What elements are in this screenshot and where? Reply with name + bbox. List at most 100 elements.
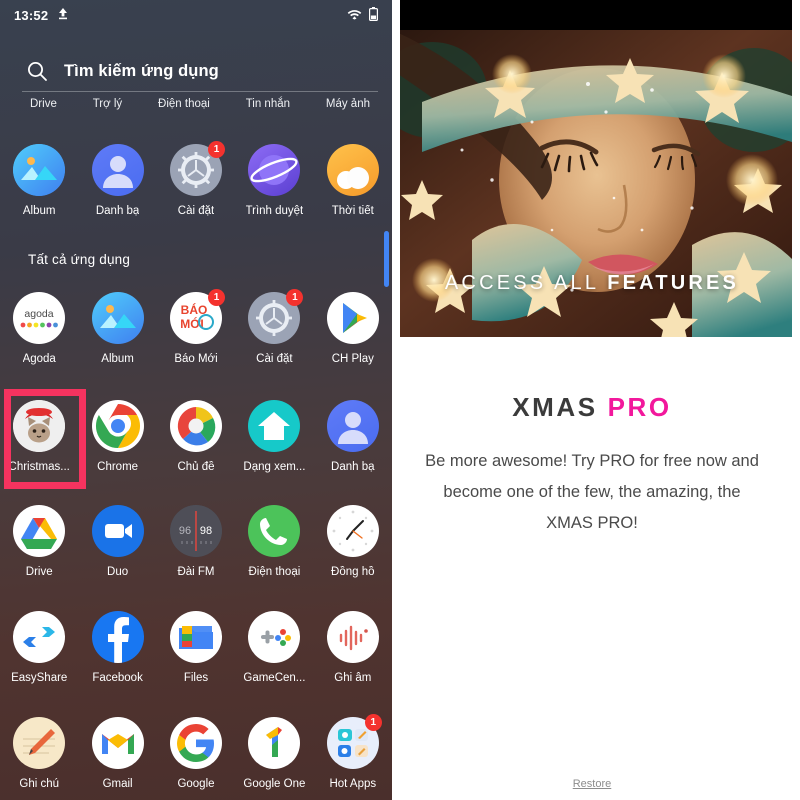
brand-title: XMAS PRO	[392, 392, 792, 423]
wifi-icon	[347, 8, 362, 23]
svg-text:agoda: agoda	[25, 308, 54, 320]
app-label: Điện thoại	[248, 566, 301, 578]
app-label: Google	[177, 778, 215, 790]
app-label: Christmas...	[8, 461, 70, 473]
notes-icon	[13, 717, 66, 769]
easyshare-icon	[13, 611, 66, 663]
app-facebook[interactable]: Facebook	[78, 611, 156, 684]
app-duo[interactable]: Duo	[78, 505, 156, 578]
app-label: Hot Apps	[329, 778, 377, 790]
app-themes[interactable]: Chủ đề	[157, 400, 235, 473]
app-dang-xem[interactable]: Dạng xem...	[235, 400, 313, 473]
app-chrome[interactable]: Chrome	[78, 400, 156, 473]
home-view-icon	[248, 400, 301, 452]
app-voice-recorder[interactable]: Ghi âm	[314, 611, 392, 684]
voice-recorder-icon	[326, 611, 379, 663]
gmail-icon	[91, 717, 144, 769]
notification-badge: 1	[286, 289, 304, 306]
app-label: Cài đặt	[177, 205, 215, 217]
app-settings[interactable]: 1 Cài đặt	[235, 289, 313, 365]
app-browser-fav[interactable]: Trình duyệt	[235, 144, 313, 217]
app-christmas[interactable]: Christmas...	[0, 400, 78, 473]
upload-icon	[57, 7, 69, 23]
brand-xmas: XMAS	[512, 392, 598, 422]
all-apps-row-1: agoda Agoda Album BÁO MỚI 1 Báo Mới 1 Cà…	[0, 289, 392, 365]
suggestion-assistant[interactable]: Trợ lý	[93, 98, 122, 110]
app-label: EasyShare	[11, 672, 68, 684]
app-label: Danh bạ	[95, 205, 140, 217]
suggestion-messages[interactable]: Tin nhắn	[246, 98, 290, 110]
contacts-icon	[326, 400, 379, 452]
app-contacts[interactable]: Danh bạ	[314, 400, 392, 473]
app-files[interactable]: Files	[157, 611, 235, 684]
app-google-one[interactable]: Google One	[235, 717, 313, 790]
app-baomoi[interactable]: BÁO MỚI 1 Báo Mới	[157, 289, 235, 365]
panel-divider	[392, 0, 400, 800]
files-icon	[169, 611, 222, 663]
app-label: Gmail	[102, 778, 133, 790]
app-drive[interactable]: Drive	[0, 505, 78, 578]
search-input[interactable]: Tìm kiếm ứng dụng	[64, 62, 219, 81]
app-notes[interactable]: Ghi chú	[0, 717, 78, 790]
status-bar: 13:52	[0, 0, 392, 30]
app-label: Chủ đề	[177, 461, 215, 473]
svg-text:98: 98	[200, 525, 212, 537]
search-bar[interactable]: Tìm kiếm ứng dụng	[0, 60, 392, 82]
app-label: Báo Mới	[174, 353, 218, 365]
suggestion-camera[interactable]: Máy ảnh	[326, 98, 370, 110]
suggestion-phone[interactable]: Điện thoại	[158, 98, 210, 110]
svg-text:96: 96	[179, 525, 191, 537]
themes-icon	[169, 400, 222, 452]
google-drive-icon	[13, 505, 66, 557]
hero-headline: ACCESS ALL FEATURES	[392, 272, 792, 295]
app-label: Ghi âm	[334, 672, 372, 684]
status-right-icons	[347, 6, 379, 24]
notification-badge: 1	[207, 289, 225, 306]
app-agoda[interactable]: agoda Agoda	[0, 292, 78, 365]
app-settings-fav[interactable]: 1 Cài đặt	[157, 141, 235, 217]
restore-link[interactable]: Restore	[392, 778, 792, 790]
google-one-icon	[248, 717, 301, 769]
photos-icon	[13, 144, 66, 196]
app-dai-fm[interactable]: 96 98 Đài FM	[157, 505, 235, 578]
christmas-cat-icon	[13, 400, 66, 452]
suggestion-drive[interactable]: Drive	[30, 98, 57, 110]
app-contacts-fav[interactable]: Danh bạ	[78, 144, 156, 217]
app-label: Agoda	[22, 353, 56, 365]
app-google[interactable]: Google	[157, 717, 235, 790]
facebook-icon	[91, 611, 144, 663]
all-apps-row-3: Drive Duo 96 98 Đài FM Điện thoại Đồng h…	[0, 505, 392, 578]
all-apps-heading: Tất cả ứng dụng	[28, 252, 131, 267]
app-album-fav[interactable]: Album	[0, 144, 78, 217]
app-label: Đài FM	[177, 566, 215, 578]
app-weather-fav[interactable]: Thời tiết	[314, 144, 392, 217]
app-label: Duo	[107, 566, 129, 578]
app-gmail[interactable]: Gmail	[78, 717, 156, 790]
duo-video-icon	[91, 505, 144, 557]
app-clock[interactable]: Đồng hồ	[314, 505, 392, 578]
app-list-scrollbar[interactable]	[384, 231, 389, 287]
app-ch-play[interactable]: CH Play	[314, 292, 392, 365]
app-label: CH Play	[331, 353, 374, 365]
app-phone[interactable]: Điện thoại	[235, 505, 313, 578]
search-suggestions: Drive Trợ lý Điện thoại Tin nhắn Máy ảnh	[22, 91, 378, 110]
app-label: Chrome	[97, 461, 139, 473]
app-label: Cài đặt	[256, 353, 293, 365]
app-hot-apps[interactable]: 1 Hot Apps	[314, 714, 392, 790]
clock-icon	[326, 505, 379, 557]
pitch-text: Be more awesome! Try PRO for free now an…	[425, 452, 759, 532]
notification-badge: 1	[207, 141, 225, 158]
paywall-top-bar	[392, 0, 792, 30]
app-easyshare[interactable]: EasyShare	[0, 611, 78, 684]
fm-radio-icon: 96 98	[169, 505, 222, 557]
agoda-icon: agoda	[13, 292, 66, 344]
app-label: Files	[183, 672, 209, 684]
hero-headline-light: ACCESS ALL	[444, 272, 608, 294]
app-label: Google One	[243, 778, 306, 790]
app-album[interactable]: Album	[78, 292, 156, 365]
weather-sun-cloud-icon	[326, 144, 379, 196]
app-gamecenter[interactable]: GameCen...	[235, 611, 313, 684]
app-label: GameCen...	[243, 672, 306, 684]
contacts-icon	[91, 144, 144, 196]
app-label: Thời tiết	[331, 205, 374, 217]
